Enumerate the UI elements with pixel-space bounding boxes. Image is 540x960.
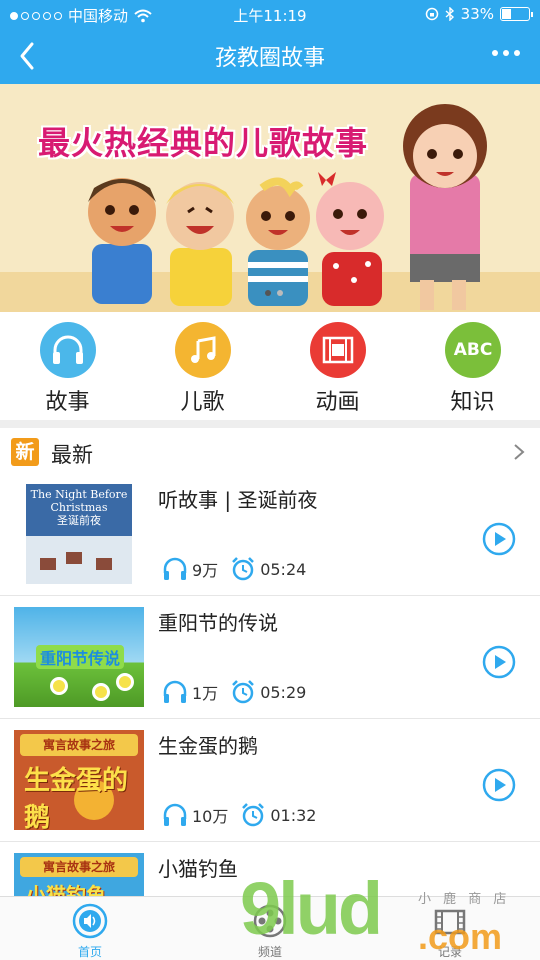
cartoon-kids-illustration — [88, 104, 487, 310]
item-title: 生金蛋的鹅 — [158, 734, 258, 758]
item-title: 小猫钓鱼 — [158, 857, 238, 881]
headphones-icon — [163, 680, 187, 703]
tab-label: 首页 — [77, 945, 102, 959]
abc-icon: ABC — [445, 322, 501, 378]
thumbnail-caption: The Night Before Christmas — [30, 488, 128, 514]
more-options-icon[interactable] — [492, 50, 520, 56]
thumbnail-caption: 重阳节传说 — [36, 645, 125, 669]
battery-percent: 33% — [460, 5, 494, 23]
status-bar: 中国移动 上午11:19 33% — [0, 0, 540, 28]
volume-icon — [72, 903, 108, 939]
category-label: 儿歌 — [180, 390, 225, 415]
list-item[interactable]: The Night Before Christmas 圣诞前夜 听故事 | 圣诞前… — [0, 474, 540, 596]
bluetooth-icon — [445, 7, 454, 21]
duration: 05:24 — [260, 559, 307, 579]
thumbnail-banner: 寓言故事之旅 — [20, 734, 138, 756]
tab-home[interactable]: 首页 — [0, 897, 180, 960]
section-title: 最新 — [51, 443, 93, 467]
thumbnail-image: 重阳节传说 — [14, 607, 144, 707]
tab-label: 记录 — [437, 945, 462, 959]
headphones-icon — [163, 557, 187, 580]
thumbnail-image: The Night Before Christmas 圣诞前夜 — [14, 484, 144, 584]
tab-label: 频道 — [257, 945, 282, 959]
play-button-icon[interactable] — [482, 522, 516, 556]
category-songs[interactable]: 儿歌 — [135, 312, 270, 420]
film-reel-icon — [253, 904, 287, 938]
tab-channels[interactable]: 频道 — [180, 897, 360, 960]
item-title: 听故事 | 圣诞前夜 — [158, 488, 318, 512]
play-count: 9万 — [192, 561, 219, 580]
thumbnail-banner: 寓言故事之旅 — [20, 857, 138, 877]
play-count: 1万 — [192, 684, 219, 703]
play-button-icon[interactable] — [482, 645, 516, 679]
thumbnail-caption: 生金蛋的鹅 — [24, 766, 129, 830]
play-button-icon[interactable] — [482, 768, 516, 802]
page-title: 孩教圈故事 — [214, 46, 325, 71]
category-knowledge[interactable]: ABC 知识 — [405, 312, 540, 420]
list-item[interactable]: 重阳节传说 重阳节的传说 1万 05:29 — [0, 597, 540, 719]
category-label: 故事 — [45, 390, 90, 415]
category-label: 知识 — [450, 390, 495, 415]
item-meta: 10万 01:32 — [162, 802, 316, 828]
top-bar: 中国移动 上午11:19 33% 孩教圈故事 — [0, 0, 540, 84]
divider — [0, 420, 540, 428]
rotation-lock-icon — [425, 7, 438, 21]
category-stories[interactable]: 故事 — [0, 312, 135, 420]
headphones-icon — [163, 803, 187, 826]
alarm-clock-icon — [232, 557, 255, 581]
clapperboard-icon — [434, 909, 466, 935]
duration: 01:32 — [270, 805, 317, 825]
thumbnail-image: 寓言故事之旅 生金蛋的鹅 — [14, 730, 144, 830]
chevron-right-icon[interactable] — [512, 442, 526, 462]
thumbnail-subcaption: 圣诞前夜 — [57, 514, 101, 527]
battery-icon — [500, 7, 533, 21]
play-count: 10万 — [192, 807, 229, 826]
promo-banner[interactable]: 最火热经典的儿歌故事 — [0, 84, 540, 312]
film-icon — [310, 322, 366, 378]
category-label: 动画 — [315, 390, 360, 415]
alarm-clock-icon — [232, 680, 255, 704]
navigation-bar: 孩教圈故事 — [0, 28, 540, 84]
banner-pager — [265, 290, 283, 296]
item-title: 重阳节的传说 — [158, 611, 278, 635]
item-meta: 1万 05:29 — [162, 679, 306, 705]
bottom-tab-bar: 首页 频道 记录 — [0, 896, 540, 960]
section-header-latest[interactable]: 新 最新 — [0, 430, 540, 474]
item-meta: 9万 05:24 — [162, 556, 306, 582]
duration: 05:29 — [260, 682, 307, 702]
tab-history[interactable]: 记录 — [360, 897, 540, 960]
headphones-icon — [40, 322, 96, 378]
music-note-icon — [175, 322, 231, 378]
list-item[interactable]: 寓言故事之旅 生金蛋的鹅 生金蛋的鹅 10万 01:32 — [0, 720, 540, 842]
alarm-clock-icon — [242, 803, 265, 827]
category-animation[interactable]: 动画 — [270, 312, 405, 420]
category-row: 故事 儿歌 动画 ABC 知识 — [0, 312, 540, 420]
new-badge: 新 — [11, 438, 39, 466]
